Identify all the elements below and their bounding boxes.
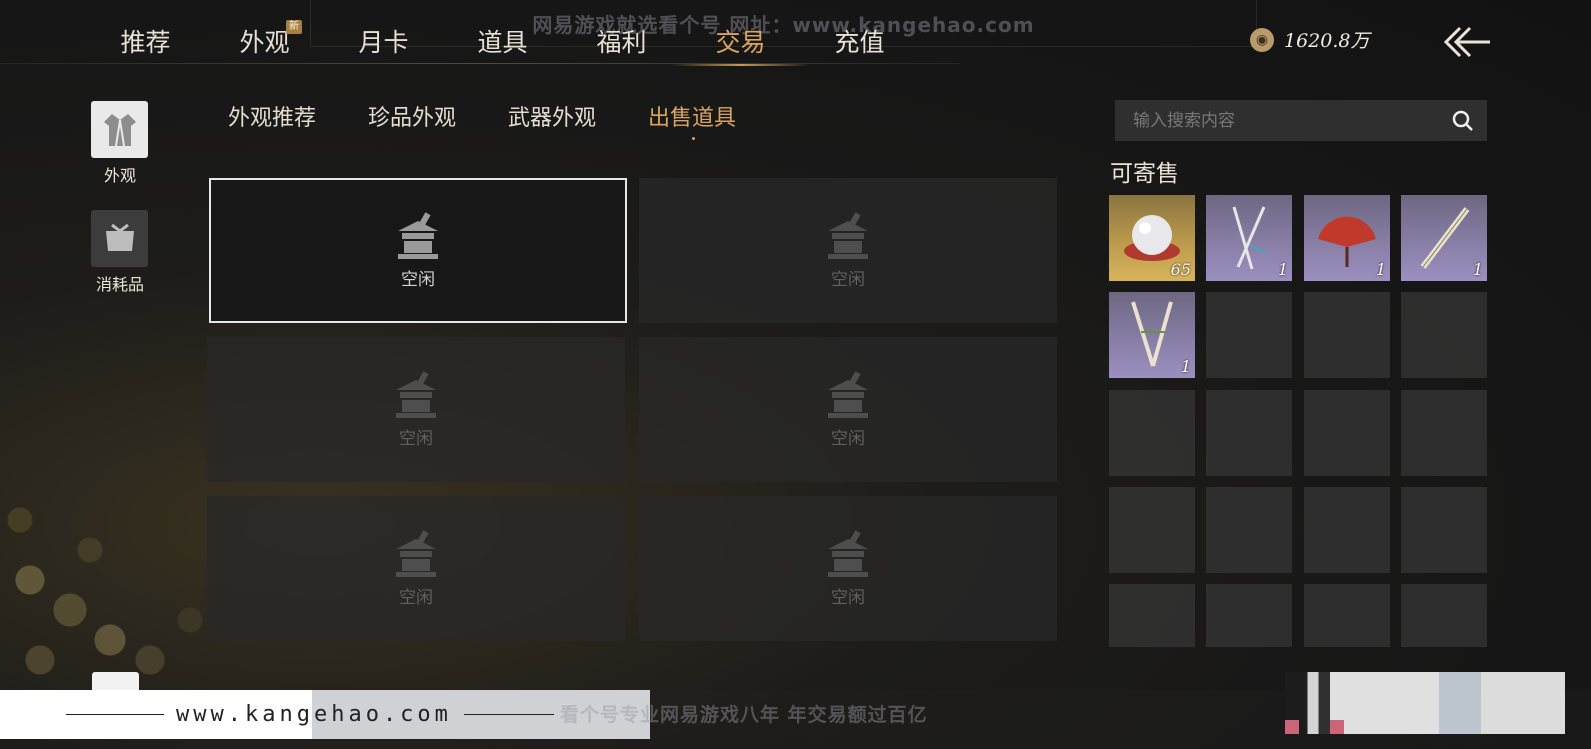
divider — [463, 714, 554, 715]
coin-pouch-icon: ◉ — [1250, 27, 1274, 52]
side-category-appearance[interactable]: 外观 — [91, 101, 149, 186]
tab-welfare[interactable]: 福利 — [562, 20, 681, 64]
inventory-empty-cell[interactable] — [1304, 292, 1390, 378]
search-input[interactable] — [1131, 109, 1451, 132]
inventory-empty-cell[interactable] — [1109, 487, 1195, 573]
search-bar — [1115, 100, 1487, 141]
inventory-empty-cell[interactable] — [1401, 390, 1487, 476]
stall-icon — [828, 530, 868, 577]
stall-icon — [398, 212, 438, 259]
inventory-empty-cell[interactable] — [1206, 390, 1292, 476]
partial-item-card — [92, 672, 139, 692]
tab-trade[interactable]: 交易 — [671, 20, 810, 66]
inventory-empty-cell[interactable] — [1109, 584, 1195, 647]
watermark-brand: www.kangehao.com — [0, 690, 650, 739]
inventory-empty-cell[interactable] — [1206, 292, 1292, 378]
watermark-site: www.kangehao.com — [176, 702, 452, 727]
inventory-empty-cell[interactable] — [1304, 390, 1390, 476]
search-icon[interactable] — [1451, 109, 1475, 133]
sale-slot[interactable]: 空闲 — [639, 178, 1057, 323]
inventory-empty-cell[interactable] — [1401, 584, 1487, 647]
new-badge: 新 — [286, 20, 302, 34]
inventory-item[interactable]: 65 — [1109, 195, 1195, 281]
inventory-item[interactable]: 1 — [1401, 195, 1487, 281]
nav-divider — [0, 63, 960, 64]
inventory-empty-cell[interactable] — [1206, 584, 1292, 647]
sale-slot[interactable]: 空闲 — [209, 178, 627, 323]
inventory-empty-cell[interactable] — [1206, 487, 1292, 573]
top-navigation: 推荐 外观新 月卡 道具 福利 交易 充值 — [86, 20, 919, 66]
inventory-item[interactable]: 1 — [1206, 195, 1292, 281]
stall-icon — [396, 530, 436, 577]
sale-slot[interactable]: 空闲 — [639, 496, 1057, 641]
inventory-empty-cell[interactable] — [1401, 487, 1487, 573]
stall-icon — [396, 371, 436, 418]
subtab-appearance-recommend[interactable]: 外观推荐 — [228, 100, 316, 132]
inventory-empty-cell[interactable] — [1401, 292, 1487, 378]
blurred-thumbnail — [1285, 672, 1565, 734]
watermark-slogan: 看个号专业网易游戏八年 年交易额过百亿 — [560, 704, 928, 726]
sale-slot[interactable]: 空闲 — [207, 337, 625, 482]
inventory-item[interactable]: 1 — [1109, 292, 1195, 378]
back-arrow-icon — [1443, 26, 1490, 58]
subtab-rare-appearance[interactable]: 珍品外观 — [368, 100, 456, 132]
sale-slot[interactable]: 空闲 — [207, 496, 625, 641]
side-category-consumables[interactable]: 消耗品 — [91, 210, 149, 295]
tab-appearance[interactable]: 外观新 — [205, 20, 324, 64]
tab-items[interactable]: 道具 — [443, 20, 562, 64]
divider — [66, 714, 164, 715]
blur-accent — [1285, 720, 1299, 734]
stall-icon — [828, 212, 868, 259]
currency-amount: 1620.8万 — [1284, 30, 1370, 52]
robe-icon — [91, 101, 148, 158]
tab-recommend[interactable]: 推荐 — [86, 20, 205, 64]
back-button[interactable] — [1440, 22, 1494, 62]
subtab-weapon-appearance[interactable]: 武器外观 — [508, 100, 596, 132]
inventory-empty-cell[interactable] — [1109, 390, 1195, 476]
inventory-empty-cell[interactable] — [1304, 487, 1390, 573]
inventory-empty-cell[interactable] — [1304, 584, 1390, 647]
consignable-title: 可寄售 — [1110, 161, 1179, 187]
sale-slot[interactable]: 空闲 — [639, 337, 1057, 482]
subtab-sell-items[interactable]: 出售道具 — [648, 100, 736, 140]
tab-recharge[interactable]: 充值 — [800, 20, 919, 64]
blur-accent — [1330, 720, 1344, 734]
tab-monthly-card[interactable]: 月卡 — [324, 20, 443, 64]
inventory-item[interactable]: 1 — [1304, 195, 1390, 281]
stall-icon — [828, 371, 868, 418]
bundle-icon — [91, 210, 148, 267]
sub-tabs: 外观推荐 珍品外观 武器外观 出售道具 — [228, 100, 736, 140]
currency-display: ◉ 1620.8万 — [1250, 26, 1369, 53]
